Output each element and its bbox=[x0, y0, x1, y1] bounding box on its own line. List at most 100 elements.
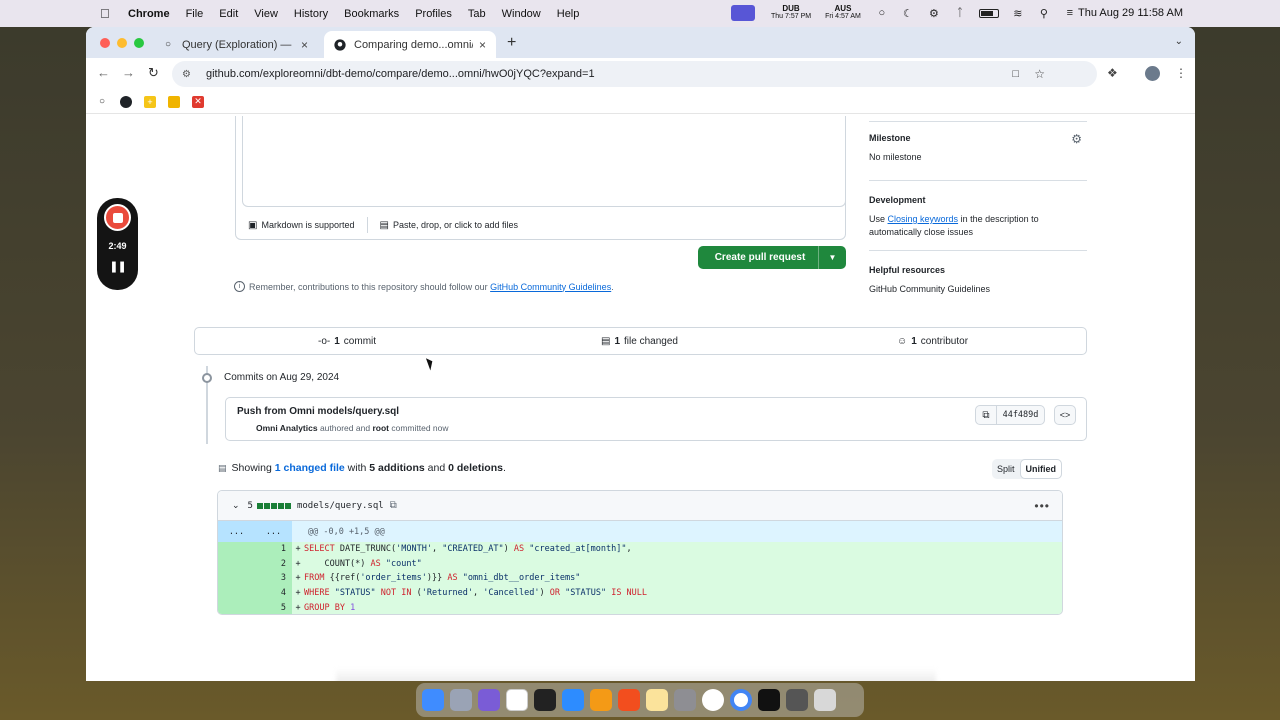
search-icon[interactable]: ⚲ bbox=[1037, 7, 1051, 20]
line-number[interactable]: 4 bbox=[218, 585, 292, 601]
menu-profiles[interactable]: Profiles bbox=[415, 8, 452, 20]
app-purple-icon[interactable] bbox=[478, 689, 500, 711]
bookmark-yellow-plus-icon[interactable]: + bbox=[144, 95, 156, 108]
menu-window[interactable]: Window bbox=[502, 8, 541, 20]
finder-icon[interactable] bbox=[422, 689, 444, 711]
stop-recording-button[interactable] bbox=[104, 204, 131, 231]
app-white-circle-icon[interactable] bbox=[702, 689, 724, 711]
minimize-window-button[interactable] bbox=[117, 38, 127, 48]
notes-icon[interactable] bbox=[646, 689, 668, 711]
forward-arrow-icon[interactable]: → bbox=[122, 65, 135, 80]
slack-icon[interactable] bbox=[506, 689, 528, 711]
menu-help[interactable]: Help bbox=[557, 8, 580, 20]
pause-recording-icon[interactable]: ❚❚ bbox=[109, 260, 126, 273]
tab-close-icon[interactable]: × bbox=[479, 38, 486, 52]
sublime-icon[interactable] bbox=[590, 689, 612, 711]
profile-avatar[interactable] bbox=[1145, 66, 1160, 81]
diff-filename-link[interactable]: models/query.sql bbox=[297, 501, 384, 511]
wifi-icon[interactable]: ≋ bbox=[1011, 7, 1025, 20]
diffstat-bar bbox=[256, 502, 291, 509]
bookmark-omni-icon[interactable]: ○ bbox=[96, 96, 108, 108]
attach-files-button[interactable]: Paste, drop, or click to add files bbox=[393, 220, 518, 230]
url-text[interactable]: github.com/exploreomni/dbt-demo/compare/… bbox=[206, 68, 595, 80]
menubar-clock[interactable]: Thu Aug 29 11:58 AM bbox=[1078, 7, 1183, 19]
file-options-icon[interactable]: ••• bbox=[1034, 499, 1050, 513]
expand-hunk-button[interactable]: ...... bbox=[218, 521, 292, 542]
files-changed-tab[interactable]: ▤ 1 file changed bbox=[601, 336, 678, 347]
commits-tab[interactable]: -o- 1 commit bbox=[318, 336, 376, 347]
circle-status-icon[interactable]: ○ bbox=[875, 7, 889, 19]
mac-dock bbox=[416, 683, 864, 717]
milestone-gear-icon[interactable]: ⚙ bbox=[1071, 132, 1082, 146]
battery-icon[interactable] bbox=[978, 8, 999, 18]
tab-search-chevron-icon[interactable]: ⌄ bbox=[1175, 36, 1183, 47]
menu-edit[interactable]: Edit bbox=[219, 8, 238, 20]
screen-share-icon[interactable] bbox=[731, 5, 755, 21]
gear-status-icon[interactable]: ⚙ bbox=[927, 7, 941, 20]
menu-file[interactable]: File bbox=[186, 8, 204, 20]
commit-sha-link[interactable]: 44f489d bbox=[997, 405, 1045, 425]
chrome-menu-icon[interactable]: ⋮ bbox=[1175, 66, 1187, 80]
bookmark-yellow-box-icon[interactable] bbox=[168, 95, 180, 108]
tab-close-icon[interactable]: × bbox=[301, 38, 308, 52]
line-number[interactable]: 2 bbox=[218, 556, 292, 572]
line-number[interactable]: 5 bbox=[218, 600, 292, 614]
reload-icon[interactable]: ↻ bbox=[148, 65, 159, 81]
address-bar[interactable]: ⚙ github.com/exploreomni/dbt-demo/compar… bbox=[172, 61, 1097, 87]
launchpad-icon[interactable] bbox=[450, 689, 472, 711]
copy-path-icon[interactable]: ⧉ bbox=[390, 500, 397, 511]
menu-tab[interactable]: Tab bbox=[468, 8, 486, 20]
helpful-guidelines-link[interactable]: GitHub Community Guidelines bbox=[869, 283, 990, 296]
site-info-icon[interactable]: ⚙ bbox=[182, 69, 194, 80]
hunk-header: @@ -0,0 +1,5 @@ bbox=[308, 526, 385, 537]
changed-files-link[interactable]: 1 changed file bbox=[275, 462, 345, 474]
create-pull-request-button[interactable]: Create pull request ▼ bbox=[698, 246, 846, 269]
bookmark-star-icon[interactable]: ☆ bbox=[1034, 67, 1045, 81]
extensions-puzzle-icon[interactable]: ❖ bbox=[1107, 66, 1118, 80]
menu-bookmarks[interactable]: Bookmarks bbox=[344, 8, 399, 20]
create-pr-dropdown-icon[interactable]: ▼ bbox=[818, 246, 846, 269]
pr-description-textarea[interactable] bbox=[242, 116, 846, 207]
community-guidelines-link[interactable]: GitHub Community Guidelines bbox=[490, 282, 611, 292]
moon-icon[interactable]: ☾ bbox=[901, 7, 915, 20]
terminal-icon[interactable] bbox=[758, 689, 780, 711]
commit-author-link[interactable]: Omni Analytics bbox=[256, 423, 318, 433]
menu-app-name[interactable]: Chrome bbox=[128, 8, 170, 20]
markdown-supported-link[interactable]: Markdown is supported bbox=[261, 220, 354, 230]
unified-view-button[interactable]: Unified bbox=[1019, 459, 1063, 479]
pen-app-icon[interactable] bbox=[618, 689, 640, 711]
trash-icon[interactable] bbox=[814, 689, 836, 711]
line-number[interactable]: 3 bbox=[218, 571, 292, 586]
copy-sha-icon[interactable]: ⧉ bbox=[975, 405, 997, 425]
new-tab-button[interactable]: + bbox=[507, 34, 516, 52]
zoom-icon[interactable] bbox=[562, 689, 584, 711]
browse-code-icon[interactable]: <> bbox=[1054, 405, 1076, 425]
commit-message-link[interactable]: Push from Omni models/query.sql bbox=[237, 406, 399, 417]
preview-icon[interactable] bbox=[786, 689, 808, 711]
bookmark-red-x-icon[interactable]: ✕ bbox=[192, 95, 204, 108]
bluetooth-icon[interactable]: ᛏ bbox=[953, 7, 967, 19]
create-pr-label[interactable]: Create pull request bbox=[698, 252, 818, 263]
screen-recorder-widget: 2:49 ❚❚ bbox=[97, 198, 138, 290]
tab-comparing[interactable]: Comparing demo...omni/hwO × bbox=[324, 31, 496, 58]
system-settings-icon[interactable] bbox=[674, 689, 696, 711]
back-arrow-icon[interactable]: ← bbox=[97, 65, 110, 80]
install-app-icon[interactable]: □ bbox=[1012, 68, 1019, 80]
split-view-button[interactable]: Split bbox=[992, 459, 1020, 479]
tab-query-exploration[interactable]: ○ Query (Exploration) — O × bbox=[152, 31, 318, 58]
chrome-icon[interactable] bbox=[730, 689, 752, 711]
bookmark-github-icon[interactable] bbox=[120, 95, 132, 108]
control-center-icon[interactable]: ≡ bbox=[1063, 7, 1077, 19]
closing-keywords-link[interactable]: Closing keywords bbox=[888, 214, 959, 224]
line-number[interactable]: 1 bbox=[218, 542, 292, 557]
apple-menu-icon[interactable]:  bbox=[100, 6, 114, 21]
close-window-button[interactable] bbox=[100, 38, 110, 48]
menu-view[interactable]: View bbox=[254, 8, 278, 20]
menu-history[interactable]: History bbox=[294, 8, 328, 20]
collapse-chevron-icon[interactable]: ⌄ bbox=[232, 500, 240, 511]
milestone-title[interactable]: Milestone bbox=[869, 133, 911, 143]
committer-link[interactable]: root bbox=[372, 423, 389, 433]
contributors-tab[interactable]: ☺ 1 contributor bbox=[897, 336, 968, 347]
app-dark-icon[interactable] bbox=[534, 689, 556, 711]
zoom-window-button[interactable] bbox=[134, 38, 144, 48]
